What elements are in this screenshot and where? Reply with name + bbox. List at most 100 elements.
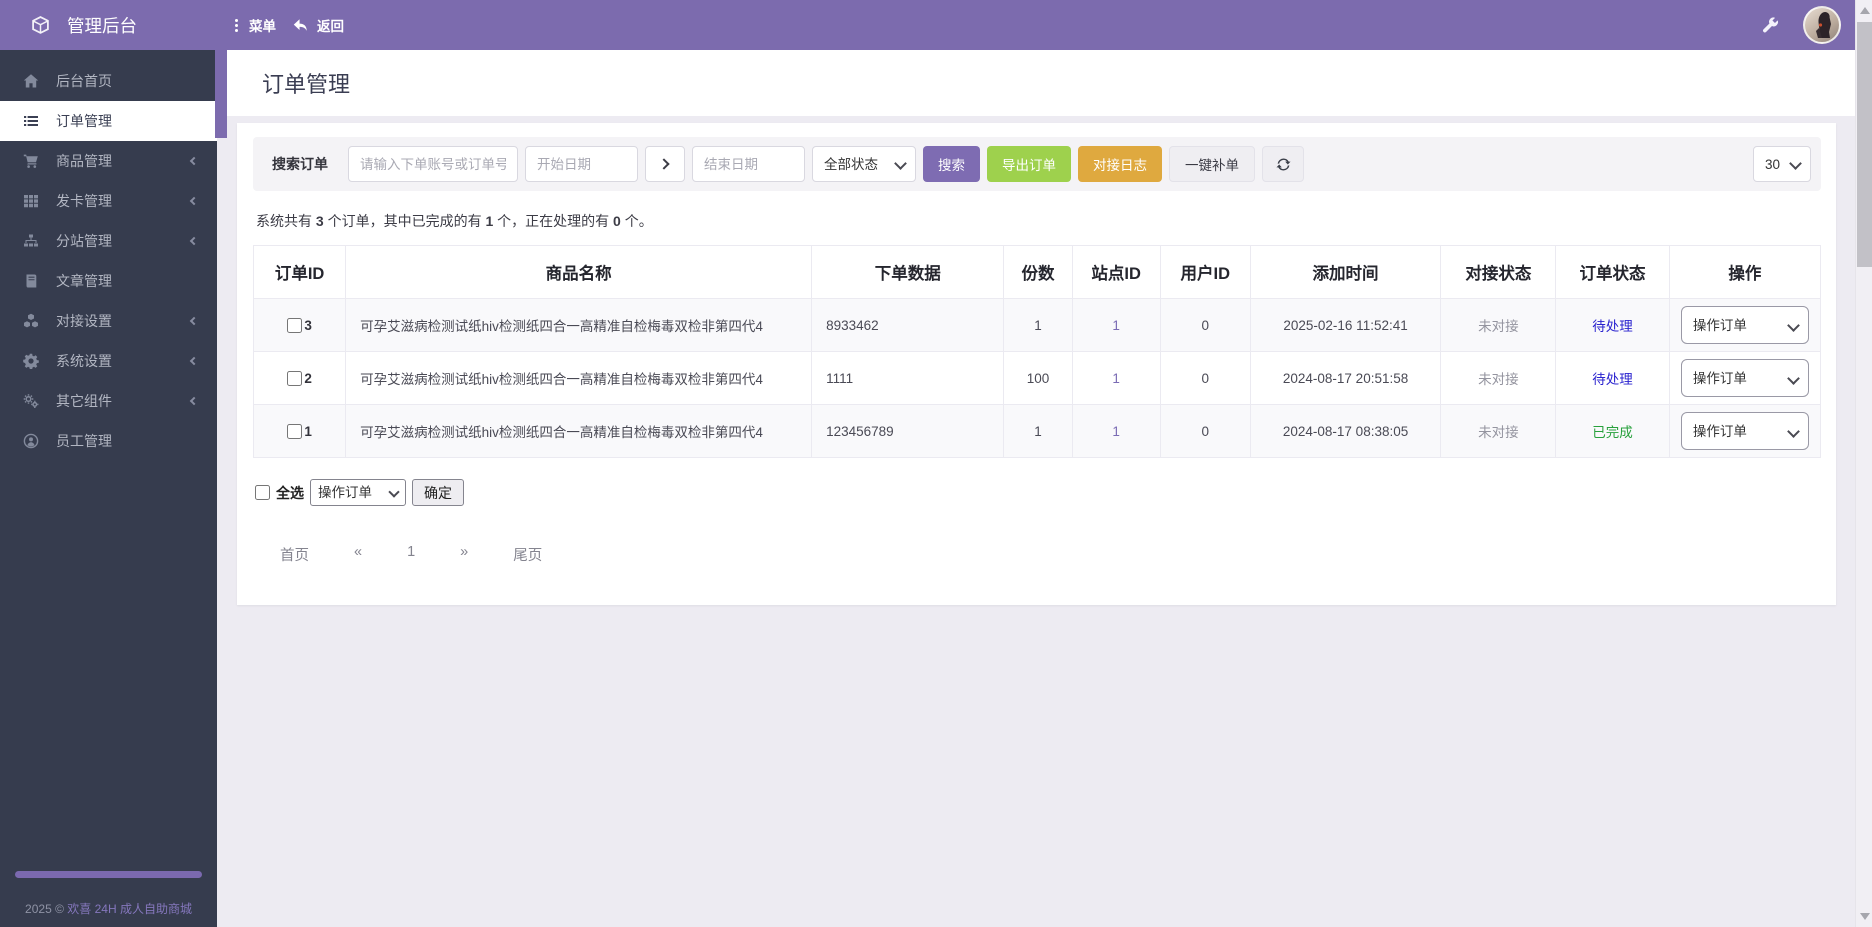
app-title: 管理后台 — [67, 15, 137, 36]
sidebar-item-orders[interactable]: 订单管理 — [0, 101, 217, 141]
sidebar-item-articles[interactable]: 文章管理 — [0, 261, 217, 301]
chevron-left-icon — [189, 196, 199, 206]
main-content: 订单管理 搜索订单 全部状态 搜索 导出订单 对接日志 一键补单 30 — [217, 50, 1855, 927]
user-id: 0 — [1159, 298, 1251, 352]
sidebar-item-staff[interactable]: 员工管理 — [0, 421, 217, 461]
sidebar-item-dashboard[interactable]: 后台首页 — [0, 61, 217, 101]
sidebar-item-label: 其它组件 — [56, 393, 112, 409]
sidebar-item-products[interactable]: 商品管理 — [0, 141, 217, 181]
order-status-link[interactable]: 待处理 — [1592, 372, 1633, 387]
select-all-label: 全选 — [276, 484, 304, 501]
order-status: 已完成 — [1592, 425, 1633, 440]
back-button[interactable]: 返回 — [292, 15, 344, 35]
site-name-link[interactable]: 欢喜 24H 成人自助商城 — [67, 902, 192, 916]
scroll-down-arrow-icon[interactable] — [1860, 913, 1870, 920]
chevron-left-icon — [189, 236, 199, 246]
page-first[interactable]: 首页 — [280, 544, 309, 565]
status-filter[interactable]: 全部状态 — [812, 146, 916, 182]
row-checkbox[interactable] — [287, 370, 303, 386]
orders-card: 搜索订单 全部状态 搜索 导出订单 对接日志 一键补单 30 系 — [237, 123, 1836, 605]
order-status-link[interactable]: 待处理 — [1592, 319, 1633, 334]
row-checkbox[interactable] — [287, 423, 303, 439]
integration-log-button[interactable]: 对接日志 — [1078, 146, 1162, 182]
page-title: 订单管理 — [262, 72, 351, 97]
site-id-link[interactable]: 1 — [1112, 318, 1120, 333]
page-size-select[interactable]: 30 — [1753, 146, 1811, 182]
sidebar-item-label: 商品管理 — [56, 153, 112, 169]
row-action-select[interactable]: 操作订单 — [1680, 412, 1809, 450]
qty: 1 — [1003, 404, 1073, 458]
row-action[interactable]: 操作订单 — [1680, 306, 1809, 344]
menu-label: 菜单 — [249, 19, 276, 34]
substation-sitemap-icon — [23, 233, 39, 249]
total-orders-count: 3 — [315, 213, 324, 229]
row-action-select[interactable]: 操作订单 — [1680, 306, 1809, 344]
qty: 100 — [1003, 351, 1073, 405]
chevron-right-icon — [658, 158, 670, 170]
added-time: 2024-08-17 20:51:58 — [1249, 351, 1442, 405]
sidebar-item-label: 对接设置 — [56, 313, 112, 329]
accent-strip — [215, 50, 227, 138]
pagination: 首页 « 1 » 尾页 — [280, 544, 1821, 565]
site-id-link[interactable]: 1 — [1112, 371, 1120, 386]
sidebar-item-system[interactable]: 系统设置 — [0, 341, 217, 381]
link-status: 未对接 — [1478, 425, 1519, 440]
refresh-button[interactable] — [1262, 146, 1304, 182]
site-id-link[interactable]: 1 — [1112, 424, 1120, 439]
col-site-id: 站点ID — [1071, 245, 1161, 299]
row-action[interactable]: 操作订单 — [1680, 359, 1809, 397]
export-orders-button[interactable]: 导出订单 — [987, 146, 1071, 182]
reissue-button[interactable]: 一键补单 — [1169, 146, 1255, 182]
confirm-button[interactable]: 确定 — [412, 479, 464, 506]
sidebar-item-label: 系统设置 — [56, 353, 112, 369]
page-last[interactable]: 尾页 — [513, 544, 542, 565]
chevron-left-icon — [189, 396, 199, 406]
row-checkbox[interactable] — [287, 317, 303, 333]
end-date-input[interactable] — [692, 146, 805, 182]
page-size[interactable]: 30 — [1753, 146, 1811, 182]
col-user-id: 用户ID — [1159, 245, 1251, 299]
sidebar-item-integration[interactable]: 对接设置 — [0, 301, 217, 341]
row-action-select[interactable]: 操作订单 — [1680, 359, 1809, 397]
account-search-input[interactable] — [348, 146, 518, 182]
search-toolbar: 搜索订单 全部状态 搜索 导出订单 对接日志 一键补单 30 — [253, 137, 1821, 191]
sidebar-accent-bar — [15, 871, 202, 878]
scrollbar-thumb[interactable] — [1857, 22, 1872, 267]
bulk-action[interactable]: 操作订单 — [310, 479, 406, 506]
page-prev[interactable]: « — [354, 544, 362, 565]
page-next[interactable]: » — [460, 544, 468, 565]
menu-button[interactable]: 菜单 — [233, 15, 276, 35]
date-range-arrow-button[interactable] — [645, 146, 685, 182]
bulk-action-select[interactable]: 操作订单 — [310, 479, 406, 506]
refresh-icon — [1275, 157, 1291, 172]
col-product-name: 商品名称 — [345, 245, 813, 299]
sidebar-item-label: 订单管理 — [56, 113, 112, 129]
home-icon — [23, 73, 39, 89]
col-order-id: 订单ID — [252, 245, 347, 299]
table-row: 1 可孕艾滋病检测试纸hiv检测纸四合一高精准自检梅毒双检非第四代4 12345… — [252, 404, 1822, 458]
scrollbar[interactable] — [1855, 0, 1872, 927]
sidebar-item-cards[interactable]: 发卡管理 — [0, 181, 217, 221]
select-all-checkbox[interactable] — [255, 485, 270, 500]
back-arrow-icon — [292, 18, 308, 33]
col-link-status: 对接状态 — [1440, 245, 1557, 299]
processing-count: 0 — [613, 213, 621, 229]
wrench-icon[interactable] — [1762, 16, 1779, 34]
sidebar-item-substations[interactable]: 分站管理 — [0, 221, 217, 261]
scroll-up-arrow-icon[interactable] — [1860, 7, 1870, 14]
search-button[interactable]: 搜索 — [923, 146, 980, 182]
col-order-status: 订单状态 — [1555, 245, 1670, 299]
cards-grid-icon — [23, 193, 39, 209]
components-cogs-icon — [23, 393, 39, 409]
back-label: 返回 — [317, 19, 344, 34]
sidebar-item-components[interactable]: 其它组件 — [0, 381, 217, 421]
row-action[interactable]: 操作订单 — [1680, 412, 1809, 450]
user-avatar[interactable] — [1803, 6, 1841, 44]
table-header-row: 订单ID 商品名称 下单数据 份数 站点ID 用户ID 添加时间 对接状态 订单… — [252, 245, 1822, 299]
copyright: 2025 © 欢喜 24H 成人自助商城 — [0, 900, 217, 917]
sidebar-item-label: 发卡管理 — [56, 193, 112, 209]
start-date-input[interactable] — [525, 146, 638, 182]
page-current[interactable]: 1 — [407, 544, 415, 565]
status-filter-select[interactable]: 全部状态 — [812, 146, 916, 182]
sidebar-item-label: 文章管理 — [56, 273, 112, 289]
